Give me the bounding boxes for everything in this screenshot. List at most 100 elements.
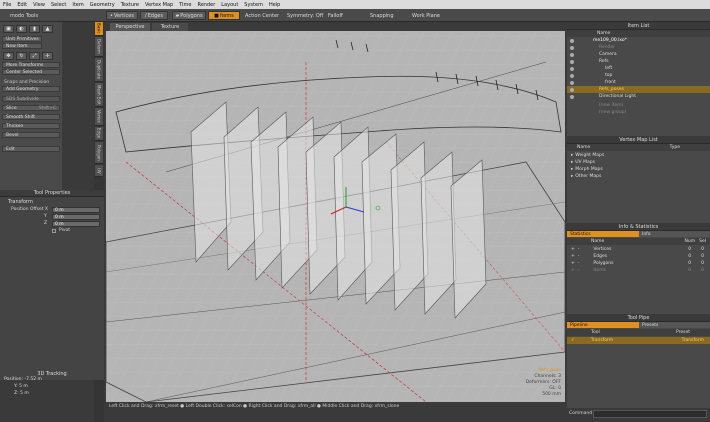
expand-icon[interactable]: ▸: [571, 167, 573, 172]
3d-viewport[interactable]: Perspective Texture Refs_pose Channels: …: [106, 22, 565, 402]
list-item[interactable]: front: [567, 79, 710, 86]
minus-icon[interactable]: -: [578, 254, 580, 259]
tab-vertex[interactable]: Vertex: [95, 108, 103, 126]
expand-icon[interactable]: ▸: [571, 160, 573, 165]
list-item[interactable]: (new group): [567, 109, 710, 116]
menu-edit[interactable]: Edit: [17, 2, 27, 8]
menu-select[interactable]: Select: [51, 2, 66, 8]
tab-info[interactable]: Info: [639, 231, 710, 237]
list-item-selected[interactable]: Refs_poses: [567, 86, 710, 93]
menu-file[interactable]: File: [3, 2, 11, 8]
position-y-input[interactable]: 0 m: [52, 214, 100, 220]
minus-icon[interactable]: -: [578, 268, 580, 273]
items-mode-button[interactable]: ■ Items: [208, 11, 240, 20]
pivot-checkbox[interactable]: [52, 229, 56, 233]
command-input[interactable]: [593, 410, 707, 418]
unit-primitives-button[interactable]: Unit Primitives: [2, 36, 42, 42]
expand-icon[interactable]: ▸: [571, 174, 573, 179]
eye-icon[interactable]: [570, 38, 574, 43]
eye-icon[interactable]: [570, 94, 574, 99]
expand-icon[interactable]: ▸: [571, 153, 573, 158]
menu-item[interactable]: Item: [72, 2, 83, 8]
slice-button[interactable]: Slice Shift+C: [2, 105, 60, 111]
plus-icon[interactable]: +: [571, 268, 575, 273]
list-item[interactable]: Directional Light: [567, 93, 710, 100]
list-item[interactable]: Render: [567, 44, 710, 51]
symmetry-dropdown[interactable]: Symmetry: Off: [287, 11, 323, 20]
eye-icon[interactable]: [570, 73, 574, 78]
falloff-dropdown[interactable]: Falloff: [328, 11, 343, 20]
tab-statistics[interactable]: Statistics: [567, 231, 639, 237]
new-item-button[interactable]: New Item: [2, 43, 42, 49]
table-row[interactable]: + - Edges 0 0: [567, 253, 710, 260]
check-icon[interactable]: ✓: [571, 338, 575, 343]
edit-dropdown[interactable]: Edit: [2, 146, 60, 152]
list-item[interactable]: me109_00.lxo*: [567, 37, 710, 44]
list-item[interactable]: left: [567, 65, 710, 72]
tab-texture[interactable]: Texture: [152, 23, 188, 31]
scale-icon[interactable]: ⤢: [29, 52, 40, 60]
add-geometry-button[interactable]: Add Geometry: [2, 86, 60, 92]
eye-icon[interactable]: [570, 52, 574, 57]
cone-icon[interactable]: ▲: [42, 25, 53, 33]
tab-uv[interactable]: UV: [95, 165, 103, 177]
menu-system[interactable]: System: [244, 2, 263, 8]
sphere-icon[interactable]: ◐: [16, 25, 27, 33]
vertices-mode-button[interactable]: • Vertices: [106, 11, 138, 20]
tab-edge[interactable]: Edge: [95, 127, 103, 141]
list-item[interactable]: Refs: [567, 58, 710, 65]
smooth-shift-button[interactable]: Smooth Shift: [2, 114, 60, 120]
eye-icon[interactable]: [570, 80, 574, 85]
menu-help[interactable]: Help: [269, 2, 280, 8]
position-x-input[interactable]: 0 m: [52, 207, 100, 213]
table-row[interactable]: + - Polygons 0 0: [567, 260, 710, 267]
snapping-dropdown[interactable]: Snapping: [370, 11, 394, 20]
list-item[interactable]: Camera: [567, 51, 710, 58]
tab-basic[interactable]: Basic: [95, 22, 103, 36]
table-row[interactable]: + - Vertices 0 0: [567, 246, 710, 253]
rotate-icon[interactable]: ↻: [16, 52, 27, 60]
minus-icon[interactable]: -: [578, 261, 580, 266]
tab-polygon[interactable]: Polygon: [95, 142, 103, 164]
move-icon[interactable]: ✥: [3, 52, 14, 60]
position-z-input[interactable]: 0 m: [52, 221, 100, 227]
list-item[interactable]: top: [567, 72, 710, 79]
list-item[interactable]: ▸ Weight Maps: [567, 152, 710, 159]
cube-icon[interactable]: ▣: [3, 25, 14, 33]
action-center-dropdown[interactable]: Action Center: [245, 11, 279, 20]
menu-vertex-map[interactable]: Vertex Map: [145, 2, 173, 8]
cylinder-icon[interactable]: ▮: [29, 25, 40, 33]
menu-geometry[interactable]: Geometry: [90, 2, 115, 8]
tab-deform[interactable]: Deform: [95, 37, 103, 57]
eye-icon[interactable]: [570, 45, 574, 50]
list-item[interactable]: ▸ UV Maps: [567, 159, 710, 166]
eye-icon[interactable]: [570, 87, 574, 92]
plus-icon[interactable]: +: [571, 261, 575, 266]
eye-icon[interactable]: [570, 66, 574, 71]
work-plane-dropdown[interactable]: Work Plane: [412, 11, 440, 20]
list-item[interactable]: (new item): [567, 102, 710, 109]
list-item[interactable]: ▸ Morph Maps: [567, 166, 710, 173]
menu-render[interactable]: Render: [197, 2, 215, 8]
menu-view[interactable]: View: [33, 2, 45, 8]
transform-icon[interactable]: ✛: [42, 52, 53, 60]
minus-icon[interactable]: -: [578, 247, 580, 252]
plus-icon[interactable]: +: [571, 254, 575, 259]
menu-texture[interactable]: Texture: [121, 2, 139, 8]
menu-layout[interactable]: Layout: [221, 2, 238, 8]
plus-icon[interactable]: +: [571, 247, 575, 252]
list-item[interactable]: ▸ Other Maps: [567, 173, 710, 180]
table-row[interactable]: + - Items 0 0: [567, 267, 710, 274]
tab-duplicate[interactable]: Duplicate: [95, 58, 103, 82]
edges-mode-button[interactable]: / Edges: [140, 11, 168, 20]
bevel-button[interactable]: Bevel: [2, 132, 60, 138]
more-transforms-button[interactable]: More Transforms: [2, 62, 60, 68]
center-selected-button[interactable]: Center Selected: [2, 69, 60, 75]
tab-perspective[interactable]: Perspective: [110, 23, 150, 31]
sds-subdivide-button[interactable]: SDS Subdivide: [2, 96, 60, 102]
tab-presets[interactable]: Presets: [639, 322, 710, 328]
table-row[interactable]: ✓ Transform Transform: [567, 337, 710, 344]
thicken-button[interactable]: Thicken: [2, 123, 60, 129]
menu-time[interactable]: Time: [179, 2, 191, 8]
tab-mesh-edit[interactable]: Mesh Edit: [95, 83, 103, 107]
